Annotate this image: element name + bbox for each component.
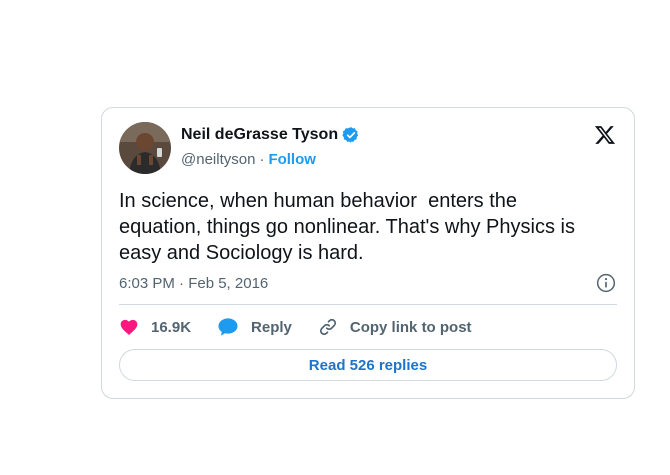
reply-label: Reply [251,318,292,336]
copy-link-label: Copy link to post [349,318,472,336]
reply-button[interactable]: Reply [217,317,292,337]
tweet-embed-card: Neil deGrasse Tyson @neiltyson · Follow … [101,107,635,399]
like-count: 16.9K [151,318,192,336]
divider [119,304,617,305]
tweet-actions: 16.9K Reply Copy link to post [119,316,498,338]
info-icon[interactable] [596,273,616,293]
avatar-image [119,122,171,174]
author-display-name[interactable]: Neil deGrasse Tyson [181,126,338,144]
verified-badge-icon [342,127,359,143]
author-handle[interactable]: @neiltyson [181,151,255,168]
avatar[interactable] [119,122,171,174]
tweet-timestamp[interactable]: 6:03 PM · Feb 5, 2016 [119,274,268,294]
copy-link-button[interactable]: Copy link to post [318,317,472,337]
read-replies-button[interactable]: Read 526 replies [119,349,617,381]
like-button[interactable]: 16.9K [119,317,191,337]
link-icon [319,318,336,336]
follow-link[interactable]: Follow [268,151,316,168]
reply-bubble-icon [218,318,238,336]
tweet-text: In science, when human behavior enters t… [119,190,575,264]
author-handle-row: @neiltyson · Follow [181,149,316,169]
separator-dot: · [259,150,265,168]
heart-icon [120,319,138,335]
x-logo-icon[interactable] [594,124,616,146]
author-name-row: Neil deGrasse Tyson [181,124,360,146]
